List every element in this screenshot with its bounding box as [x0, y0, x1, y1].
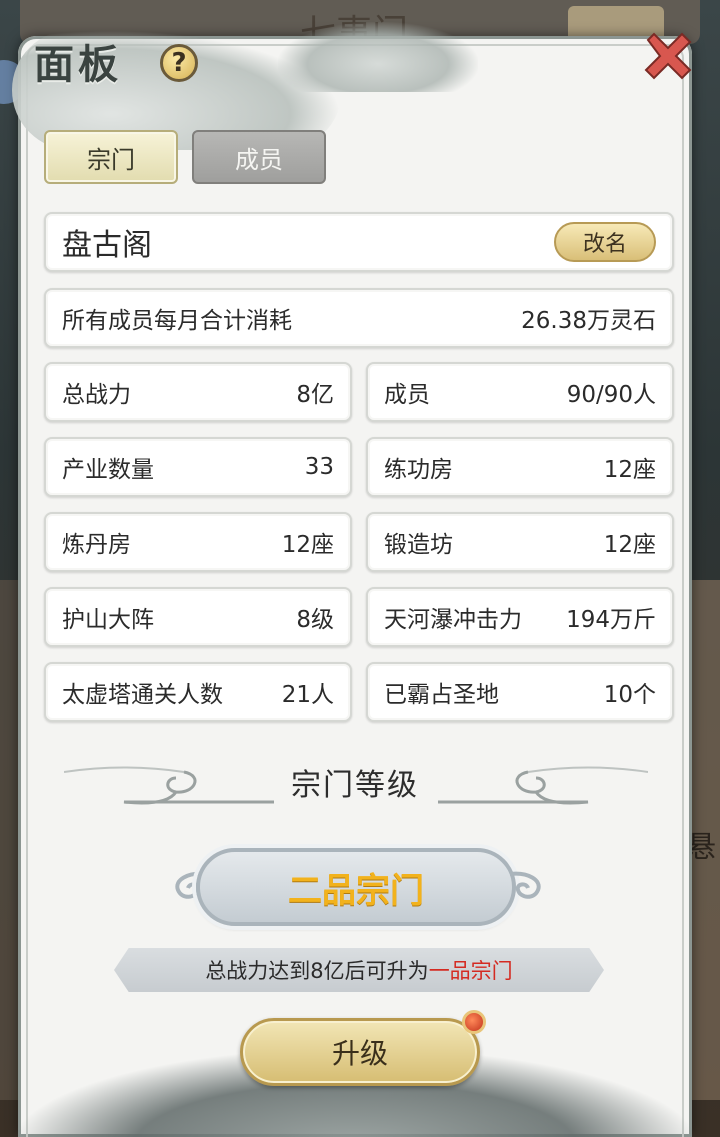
stat-value: 90/90人 — [566, 382, 656, 408]
monthly-cost-label: 所有成员每月合计消耗 — [62, 308, 292, 334]
stat-label: 天河瀑冲击力 — [384, 607, 522, 633]
stat-members: 成员 90/90人 — [366, 362, 674, 422]
sect-name: 盘古阁 — [62, 228, 152, 263]
stat-tower-clears: 太虚塔通关人数 21人 — [44, 662, 352, 722]
help-button[interactable]: ? — [160, 44, 198, 82]
stat-label: 锻造坊 — [384, 532, 453, 558]
upgrade-button[interactable]: 升级 — [240, 1018, 480, 1086]
close-button[interactable] — [638, 26, 698, 86]
stat-value: 10个 — [603, 682, 656, 708]
sect-name-row: 盘古阁 改名 — [44, 212, 674, 272]
monthly-cost-row: 所有成员每月合计消耗 26.38万灵石 — [44, 288, 674, 348]
cloud-decoration — [278, 22, 478, 92]
stat-label: 炼丹房 — [62, 532, 131, 558]
requirement-text: 总战力达到8亿后可升为 — [205, 959, 429, 983]
stat-label: 护山大阵 — [62, 607, 154, 633]
stat-label: 成员 — [384, 382, 430, 408]
stat-alchemy-room: 炼丹房 12座 — [44, 512, 352, 572]
stat-total-power: 总战力 8亿 — [44, 362, 352, 422]
stat-label: 已霸占圣地 — [384, 682, 499, 708]
stat-training-room: 练功房 12座 — [366, 437, 674, 497]
sect-panel: 面板 ? 宗门 成员 盘古阁 改名 所有成员每月合计消耗 26.38万灵石 总战… — [8, 22, 702, 1137]
close-icon — [644, 32, 692, 80]
notification-dot-icon — [462, 1010, 486, 1034]
panel-title: 面板 — [34, 41, 122, 88]
stat-label: 产业数量 — [62, 457, 154, 483]
right-swirl-ornament — [438, 766, 648, 805]
stat-value: 12座 — [603, 457, 656, 483]
monthly-cost-value: 26.38万灵石 — [521, 308, 656, 334]
stat-value: 8级 — [296, 607, 334, 633]
stat-forge: 锻造坊 12座 — [366, 512, 674, 572]
requirement-target: 一品宗门 — [428, 959, 513, 983]
upgrade-requirement: 总战力达到8亿后可升为 一品宗门 — [114, 948, 604, 992]
stat-label: 练功房 — [384, 457, 453, 483]
stat-holy-lands: 已霸占圣地 10个 — [366, 662, 674, 722]
stat-value: 12座 — [281, 532, 334, 558]
current-rank-badge: 二品宗门 — [196, 848, 516, 926]
stat-label: 太虚塔通关人数 — [62, 682, 223, 708]
stat-value: 12座 — [603, 532, 656, 558]
rename-button[interactable]: 改名 — [554, 222, 656, 262]
stat-value: 33 — [304, 454, 334, 480]
stat-industry-count: 产业数量 33 — [44, 437, 352, 497]
rank-wing-right-icon — [509, 871, 541, 899]
stat-value: 194万斤 — [566, 607, 656, 633]
stat-value: 8亿 — [296, 382, 334, 408]
stat-waterfall-impact: 天河瀑冲击力 194万斤 — [366, 587, 674, 647]
stat-value: 21人 — [281, 682, 334, 708]
stat-mountain-array: 护山大阵 8级 — [44, 587, 352, 647]
tab-members[interactable]: 成员 — [192, 130, 326, 184]
stat-label: 总战力 — [62, 382, 131, 408]
tab-sect[interactable]: 宗门 — [44, 130, 178, 184]
